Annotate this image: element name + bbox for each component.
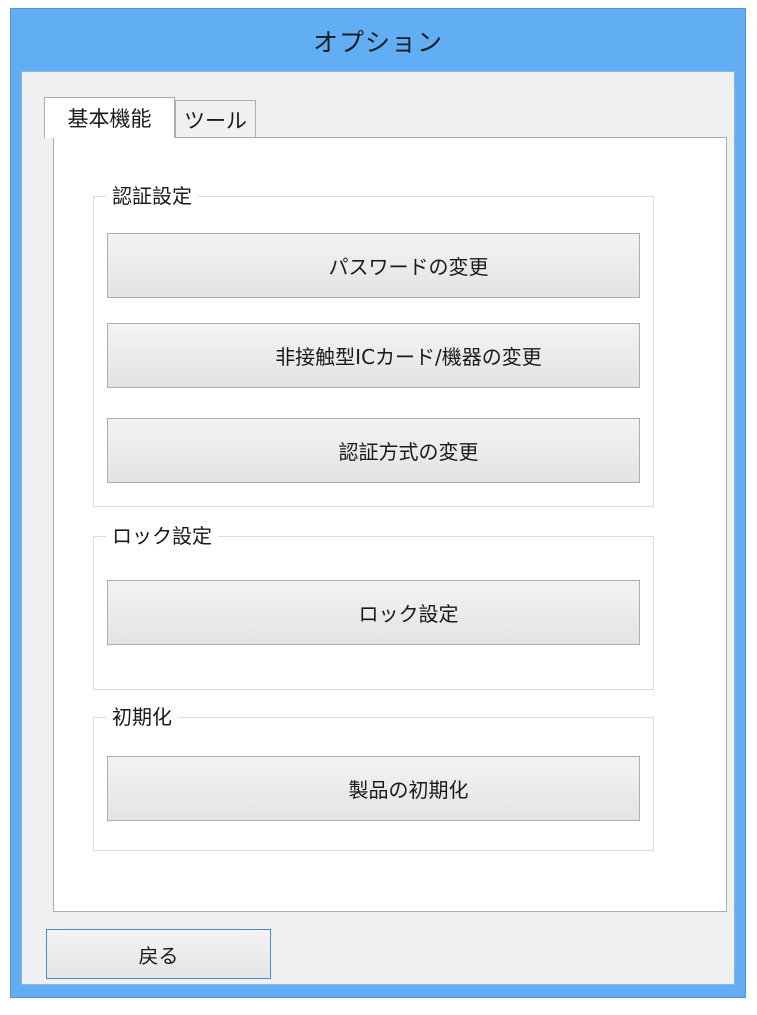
group-lock-settings: ロック設定 ロック設定 — [93, 523, 654, 690]
back-button-label: 戻る — [138, 943, 179, 968]
window-client-area: 基本機能 ツール 認証設定 パスワードの変更 非接触型ICカード/機器の変更 認… — [21, 71, 735, 985]
group-lock-settings-label: ロック設定 — [106, 523, 218, 549]
group-authentication-settings: 認証設定 パスワードの変更 非接触型ICカード/機器の変更 認証方式の変更 — [93, 183, 654, 507]
change-password-button[interactable]: パスワードの変更 — [107, 233, 640, 298]
change-ic-card-device-button[interactable]: 非接触型ICカード/機器の変更 — [107, 323, 640, 388]
lock-settings-button-label: ロック設定 — [358, 602, 459, 626]
initialize-product-button[interactable]: 製品の初期化 — [107, 756, 640, 821]
group-authentication-settings-label: 認証設定 — [106, 183, 198, 209]
options-window: オプション 基本機能 ツール 認証設定 パスワードの変更 非接触型ICカード/機… — [10, 8, 746, 998]
change-auth-method-button-label: 認証方式の変更 — [338, 440, 479, 464]
group-initialization-label: 初期化 — [106, 704, 178, 730]
tab-panel-basic-functions: 認証設定 パスワードの変更 非接触型ICカード/機器の変更 認証方式の変更 ロッ… — [53, 137, 727, 912]
tab-basic-functions-label: 基本機能 — [67, 107, 152, 131]
group-initialization: 初期化 製品の初期化 — [93, 704, 654, 851]
window-title: オプション — [312, 28, 443, 57]
back-button[interactable]: 戻る — [46, 929, 271, 979]
lock-settings-button[interactable]: ロック設定 — [107, 580, 640, 645]
tab-tools-label: ツール — [184, 108, 247, 133]
tab-basic-functions[interactable]: 基本機能 — [44, 97, 175, 138]
tab-tools[interactable]: ツール — [175, 100, 256, 138]
initialize-product-button-label: 製品の初期化 — [348, 778, 469, 802]
title-bar[interactable]: オプション — [11, 9, 745, 73]
change-ic-card-device-button-label: 非接触型ICカード/機器の変更 — [275, 345, 542, 369]
change-auth-method-button[interactable]: 認証方式の変更 — [107, 418, 640, 483]
change-password-button-label: パスワードの変更 — [328, 255, 489, 279]
